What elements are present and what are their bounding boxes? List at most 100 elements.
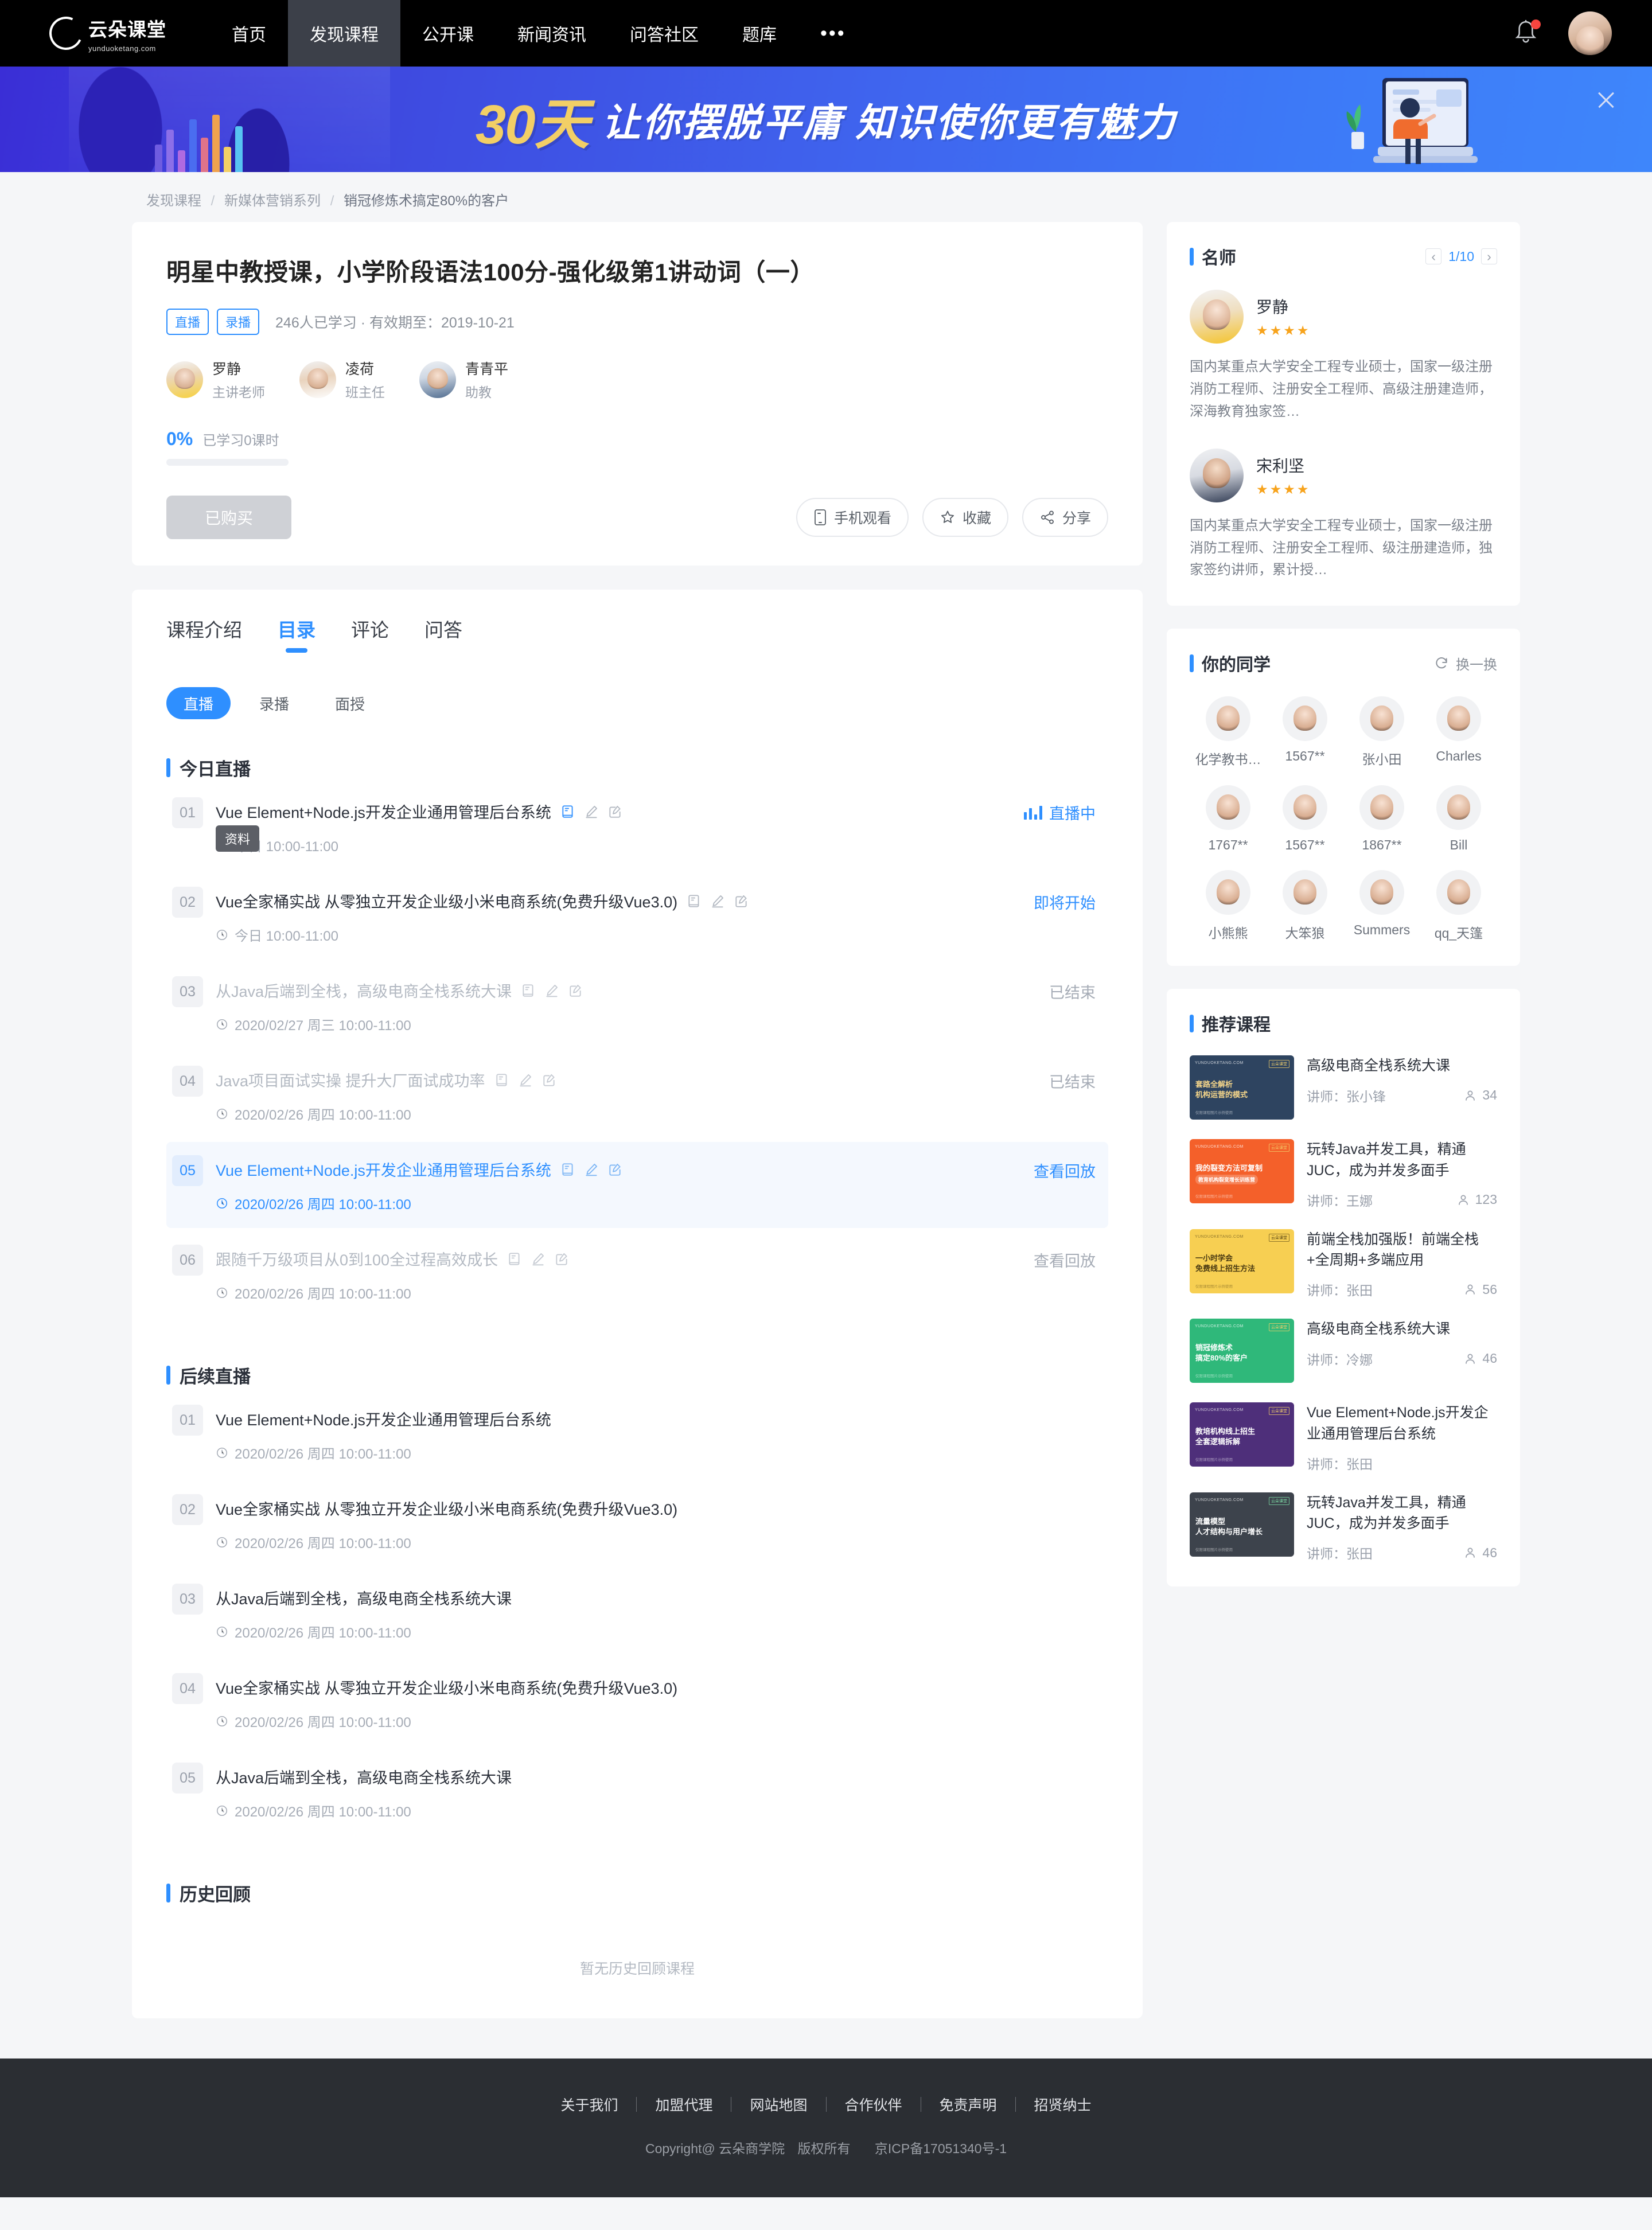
tab-catalog[interactable]: 目录 bbox=[278, 615, 315, 653]
filter-live[interactable]: 直播 bbox=[166, 687, 231, 719]
table-row[interactable]: 03 从Java后端到全栈，高级电商全栈系统大课 2020/02/27 周三 1… bbox=[166, 963, 1108, 1049]
list-item[interactable]: YUNDUOKETANG.COM 云朵课堂 套路全解析 机构运营的模式 仅限课程… bbox=[1190, 1055, 1497, 1120]
exam-note-icon[interactable] bbox=[541, 1073, 556, 1087]
list-item[interactable]: YUNDUOKETANG.COM 云朵课堂 销冠修炼术 搞定80%的客户 仅限课… bbox=[1190, 1319, 1497, 1383]
table-row[interactable]: 06 跟随千万级项目从0到100全过程高效成长 2020/02/26 周四 10… bbox=[166, 1231, 1108, 1317]
share-button[interactable]: 分享 bbox=[1022, 498, 1108, 537]
lesson-title[interactable]: Java项目面试实操 提升大厂面试成功率 bbox=[216, 1069, 485, 1091]
breadcrumb-item-2[interactable]: 新媒体营销系列 bbox=[224, 193, 321, 209]
nav-item-home[interactable]: 首页 bbox=[210, 0, 288, 67]
lesson-title[interactable]: 从Java后端到全栈，高级电商全栈系统大课 bbox=[216, 979, 512, 1001]
purchased-button[interactable]: 已购买 bbox=[166, 496, 291, 539]
list-item[interactable]: 大笨狼 bbox=[1267, 870, 1343, 942]
homework-pencil-icon[interactable] bbox=[518, 1073, 533, 1087]
table-row[interactable]: 04 Vue全家桶实战 从零独立开发企业级小米电商系统(免费升级Vue3.0) … bbox=[166, 1660, 1108, 1746]
site-logo[interactable]: 云朵课堂 yunduoketang.com bbox=[44, 11, 166, 55]
footer-link-sitemap[interactable]: 网站地图 bbox=[731, 2094, 825, 2115]
nav-item-open-class[interactable]: 公开课 bbox=[400, 0, 496, 67]
lesson-title[interactable]: Vue Element+Node.js开发企业通用管理后台系统 bbox=[216, 1408, 551, 1430]
list-item[interactable]: 1567** bbox=[1267, 785, 1343, 853]
status-badge[interactable]: 即将开始 bbox=[1034, 890, 1096, 913]
homework-pencil-icon[interactable] bbox=[531, 1252, 546, 1266]
banner-close-button[interactable] bbox=[1593, 87, 1619, 112]
list-item[interactable]: YUNDUOKETANG.COM 云朵课堂 一小时学会 免费线上招生方法 仅限课… bbox=[1190, 1229, 1497, 1300]
filter-offline[interactable]: 面授 bbox=[318, 687, 382, 719]
lesson-title[interactable]: 从Java后端到全栈，高级电商全栈系统大课 bbox=[216, 1586, 512, 1609]
material-icon[interactable] bbox=[687, 894, 702, 909]
lesson-title[interactable]: 从Java后端到全栈，高级电商全栈系统大课 bbox=[216, 1765, 512, 1788]
homework-pencil-icon[interactable] bbox=[584, 804, 599, 819]
staff-item[interactable]: 罗静 主讲老师 bbox=[166, 358, 265, 401]
lesson-title[interactable]: Vue全家桶实战 从零独立开发企业级小米电商系统(免费升级Vue3.0) bbox=[216, 1497, 677, 1519]
course-title[interactable]: Vue Element+Node.js开发企业通用管理后台系统 bbox=[1307, 1402, 1497, 1444]
breadcrumb-item-1[interactable]: 发现课程 bbox=[146, 193, 201, 209]
table-row[interactable]: 02 Vue全家桶实战 从零独立开发企业级小米电商系统(免费升级Vue3.0) … bbox=[166, 1481, 1108, 1567]
list-item[interactable]: Summers bbox=[1343, 870, 1420, 942]
status-badge[interactable]: 查看回放 bbox=[1034, 1158, 1096, 1182]
material-icon[interactable] bbox=[560, 804, 575, 819]
staff-item[interactable]: 青青平 助教 bbox=[419, 358, 508, 401]
list-item[interactable]: 化学教书… bbox=[1190, 696, 1267, 768]
list-item[interactable]: YUNDUOKETANG.COM 云朵课堂 我的裂变方法可复制 教育机构裂变增长… bbox=[1190, 1139, 1497, 1210]
nav-item-qa-community[interactable]: 问答社区 bbox=[608, 0, 720, 67]
lesson-title[interactable]: Vue Element+Node.js开发企业通用管理后台系统 bbox=[216, 800, 551, 822]
table-row[interactable]: 05 Vue Element+Node.js开发企业通用管理后台系统 2020/… bbox=[166, 1142, 1108, 1228]
staff-item[interactable]: 凌荷 班主任 bbox=[299, 358, 385, 401]
chevron-left-icon[interactable]: ‹ bbox=[1425, 248, 1442, 264]
icp-text[interactable]: 京ICP备17051340号-1 bbox=[875, 2141, 1007, 2156]
course-title[interactable]: 前端全栈加强版！前端全栈+全周期+多端应用 bbox=[1307, 1229, 1497, 1271]
chevron-right-icon[interactable]: › bbox=[1481, 248, 1497, 264]
homework-pencil-icon[interactable] bbox=[544, 983, 559, 998]
table-row[interactable]: 02 Vue全家桶实战 从零独立开发企业级小米电商系统(免费升级Vue3.0) bbox=[166, 874, 1108, 960]
list-item[interactable]: 1767** bbox=[1190, 785, 1267, 853]
exam-note-icon[interactable] bbox=[734, 894, 749, 909]
teacher-card[interactable]: 罗静 ★★★★ 国内某重点大学安全工程专业硕士，国家一级注册消防工程师、注册安全… bbox=[1190, 290, 1497, 423]
lesson-title[interactable]: Vue全家桶实战 从零独立开发企业级小米电商系统(免费升级Vue3.0) bbox=[216, 1676, 677, 1698]
course-title[interactable]: 玩转Java并发工具，精通JUC，成为并发多面手 bbox=[1307, 1492, 1497, 1534]
table-row[interactable]: 03 从Java后端到全栈，高级电商全栈系统大课 2020/02/26 周四 1… bbox=[166, 1570, 1108, 1656]
nav-more-icon[interactable]: ••• bbox=[798, 0, 868, 67]
footer-link-careers[interactable]: 招贤纳士 bbox=[1016, 2094, 1110, 2115]
table-row[interactable]: 05 从Java后端到全栈，高级电商全栈系统大课 2020/02/26 周四 1… bbox=[166, 1749, 1108, 1835]
lesson-title[interactable]: Vue全家桶实战 从零独立开发企业级小米电商系统(免费升级Vue3.0) bbox=[216, 890, 677, 912]
footer-link-partners[interactable]: 合作伙伴 bbox=[827, 2094, 921, 2115]
user-avatar[interactable] bbox=[1568, 11, 1612, 55]
exam-note-icon[interactable] bbox=[607, 804, 622, 819]
nav-item-discover-courses[interactable]: 发现课程 bbox=[288, 0, 400, 67]
tab-qa[interactable]: 问答 bbox=[424, 615, 462, 653]
favorite-button[interactable]: 收藏 bbox=[922, 498, 1008, 537]
exam-note-icon[interactable] bbox=[554, 1252, 569, 1266]
list-item[interactable]: Charles bbox=[1420, 696, 1497, 768]
refresh-classmates-button[interactable]: 换一换 bbox=[1434, 653, 1497, 673]
list-item[interactable]: Bill bbox=[1420, 785, 1497, 853]
list-item[interactable]: 小熊熊 bbox=[1190, 870, 1267, 942]
lesson-title[interactable]: Vue Element+Node.js开发企业通用管理后台系统 bbox=[216, 1158, 551, 1180]
tab-comments[interactable]: 评论 bbox=[351, 615, 389, 653]
teacher-card[interactable]: 宋利坚 ★★★★ 国内某重点大学安全工程专业硕士，国家一级注册消防工程师、注册安… bbox=[1190, 448, 1497, 582]
notification-bell-button[interactable] bbox=[1513, 18, 1541, 48]
table-row[interactable]: 01 Vue Element+Node.js开发企业通用管理后台系统 2020/… bbox=[166, 1391, 1108, 1477]
material-icon[interactable] bbox=[507, 1252, 522, 1266]
list-item[interactable]: 张小田 bbox=[1343, 696, 1420, 768]
table-row[interactable]: 04 Java项目面试实操 提升大厂面试成功率 2020/02/26 周四 10… bbox=[166, 1052, 1108, 1139]
course-title[interactable]: 高级电商全栈系统大课 bbox=[1307, 1055, 1497, 1076]
list-item[interactable]: qq_天篷 bbox=[1420, 870, 1497, 942]
homework-pencil-icon[interactable] bbox=[710, 894, 725, 909]
footer-link-about[interactable]: 关于我们 bbox=[542, 2094, 636, 2115]
list-item[interactable]: YUNDUOKETANG.COM 云朵课堂 教培机构线上招生 全套逻辑拆解 仅限… bbox=[1190, 1402, 1497, 1473]
watch-on-mobile-button[interactable]: 手机观看 bbox=[796, 498, 909, 537]
homework-pencil-icon[interactable] bbox=[584, 1162, 599, 1177]
list-item[interactable]: YUNDUOKETANG.COM 云朵课堂 流量模型 人才结构与用户增长 仅限课… bbox=[1190, 1492, 1497, 1563]
course-title[interactable]: 高级电商全栈系统大课 bbox=[1307, 1319, 1497, 1339]
course-title[interactable]: 玩转Java并发工具，精通JUC，成为并发多面手 bbox=[1307, 1139, 1497, 1181]
status-badge[interactable]: 查看回放 bbox=[1034, 1247, 1096, 1271]
lesson-title[interactable]: 跟随千万级项目从0到100全过程高效成长 bbox=[216, 1247, 498, 1270]
nav-item-question-bank[interactable]: 题库 bbox=[720, 0, 798, 67]
nav-item-news[interactable]: 新闻资讯 bbox=[496, 0, 608, 67]
exam-note-icon[interactable] bbox=[607, 1162, 622, 1177]
footer-link-disclaimer[interactable]: 免责声明 bbox=[921, 2094, 1015, 2115]
list-item[interactable]: 1567** bbox=[1267, 696, 1343, 768]
tab-introduction[interactable]: 课程介绍 bbox=[166, 615, 242, 653]
material-icon[interactable] bbox=[494, 1073, 509, 1087]
exam-note-icon[interactable] bbox=[568, 983, 583, 998]
